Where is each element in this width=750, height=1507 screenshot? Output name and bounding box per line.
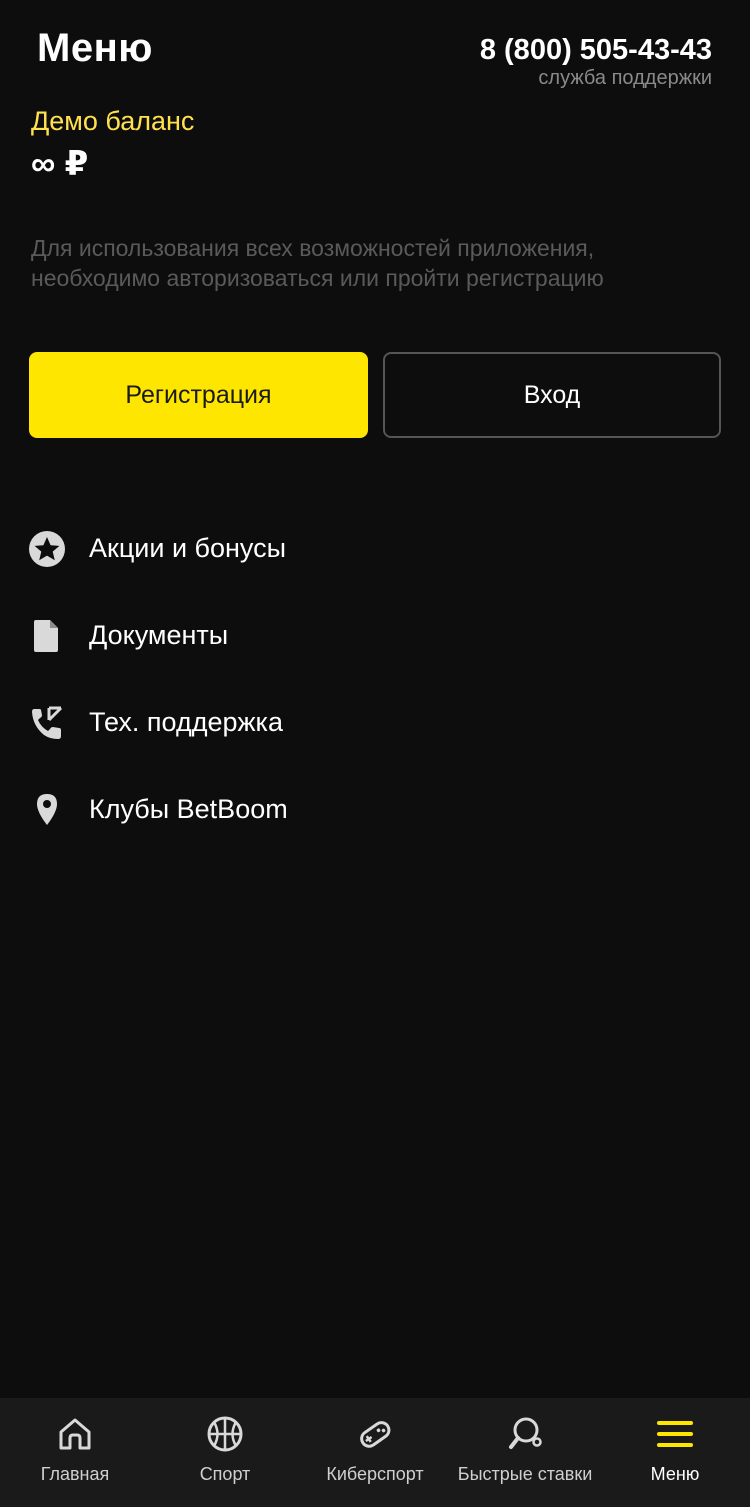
tab-label: Киберспорт <box>326 1464 424 1484</box>
tab-menu[interactable]: Меню <box>600 1398 750 1507</box>
gamepad-icon <box>355 1414 395 1454</box>
page-title: Меню <box>37 26 153 70</box>
support-phone-number[interactable]: 8 (800) 505-43-43 <box>480 34 712 66</box>
menu-icon <box>655 1414 695 1454</box>
header: Меню 8 (800) 505-43-43 служба поддержки <box>0 0 750 100</box>
tab-label: Меню <box>650 1464 700 1484</box>
support-phone-block[interactable]: 8 (800) 505-43-43 служба поддержки <box>480 34 712 90</box>
document-icon <box>28 617 66 655</box>
menu-item-documents[interactable]: Документы <box>0 592 750 679</box>
tab-sport[interactable]: Спорт <box>150 1398 300 1507</box>
menu-list: Акции и бонусы Документы Тех. поддержка … <box>0 505 750 853</box>
menu-item-support[interactable]: Тех. поддержка <box>0 679 750 766</box>
menu-item-promotions[interactable]: Акции и бонусы <box>0 505 750 592</box>
basketball-icon <box>205 1414 245 1454</box>
tab-esports[interactable]: Киберспорт <box>300 1398 450 1507</box>
support-phone-caption: служба поддержки <box>538 67 712 89</box>
home-icon <box>55 1414 95 1454</box>
auth-note: Для использования всех возможностей прил… <box>31 235 604 291</box>
demo-balance-label: Демо баланс <box>31 106 195 136</box>
bottom-navigation: Главная Спорт Киберспорт Быстрые ставки … <box>0 1398 750 1507</box>
demo-balance-value: ∞ ₽ <box>31 145 89 183</box>
phone-call-icon <box>28 704 66 742</box>
ping-pong-icon <box>505 1414 545 1454</box>
menu-item-label: Клубы BetBoom <box>89 794 288 824</box>
tab-label: Главная <box>40 1464 110 1484</box>
tab-home[interactable]: Главная <box>0 1398 150 1507</box>
star-badge-icon <box>28 530 66 568</box>
menu-item-label: Тех. поддержка <box>89 707 283 737</box>
tab-label: Быстрые ставки <box>457 1464 593 1484</box>
location-pin-icon <box>28 791 66 829</box>
tab-quick-bets[interactable]: Быстрые ставки <box>450 1398 600 1507</box>
menu-item-label: Документы <box>89 620 229 650</box>
tab-label: Спорт <box>199 1464 251 1484</box>
register-button[interactable]: Регистрация <box>29 352 368 438</box>
menu-item-label: Акции и бонусы <box>89 533 287 563</box>
login-button[interactable]: Вход <box>383 352 721 438</box>
menu-item-clubs[interactable]: Клубы BetBoom <box>0 766 750 853</box>
